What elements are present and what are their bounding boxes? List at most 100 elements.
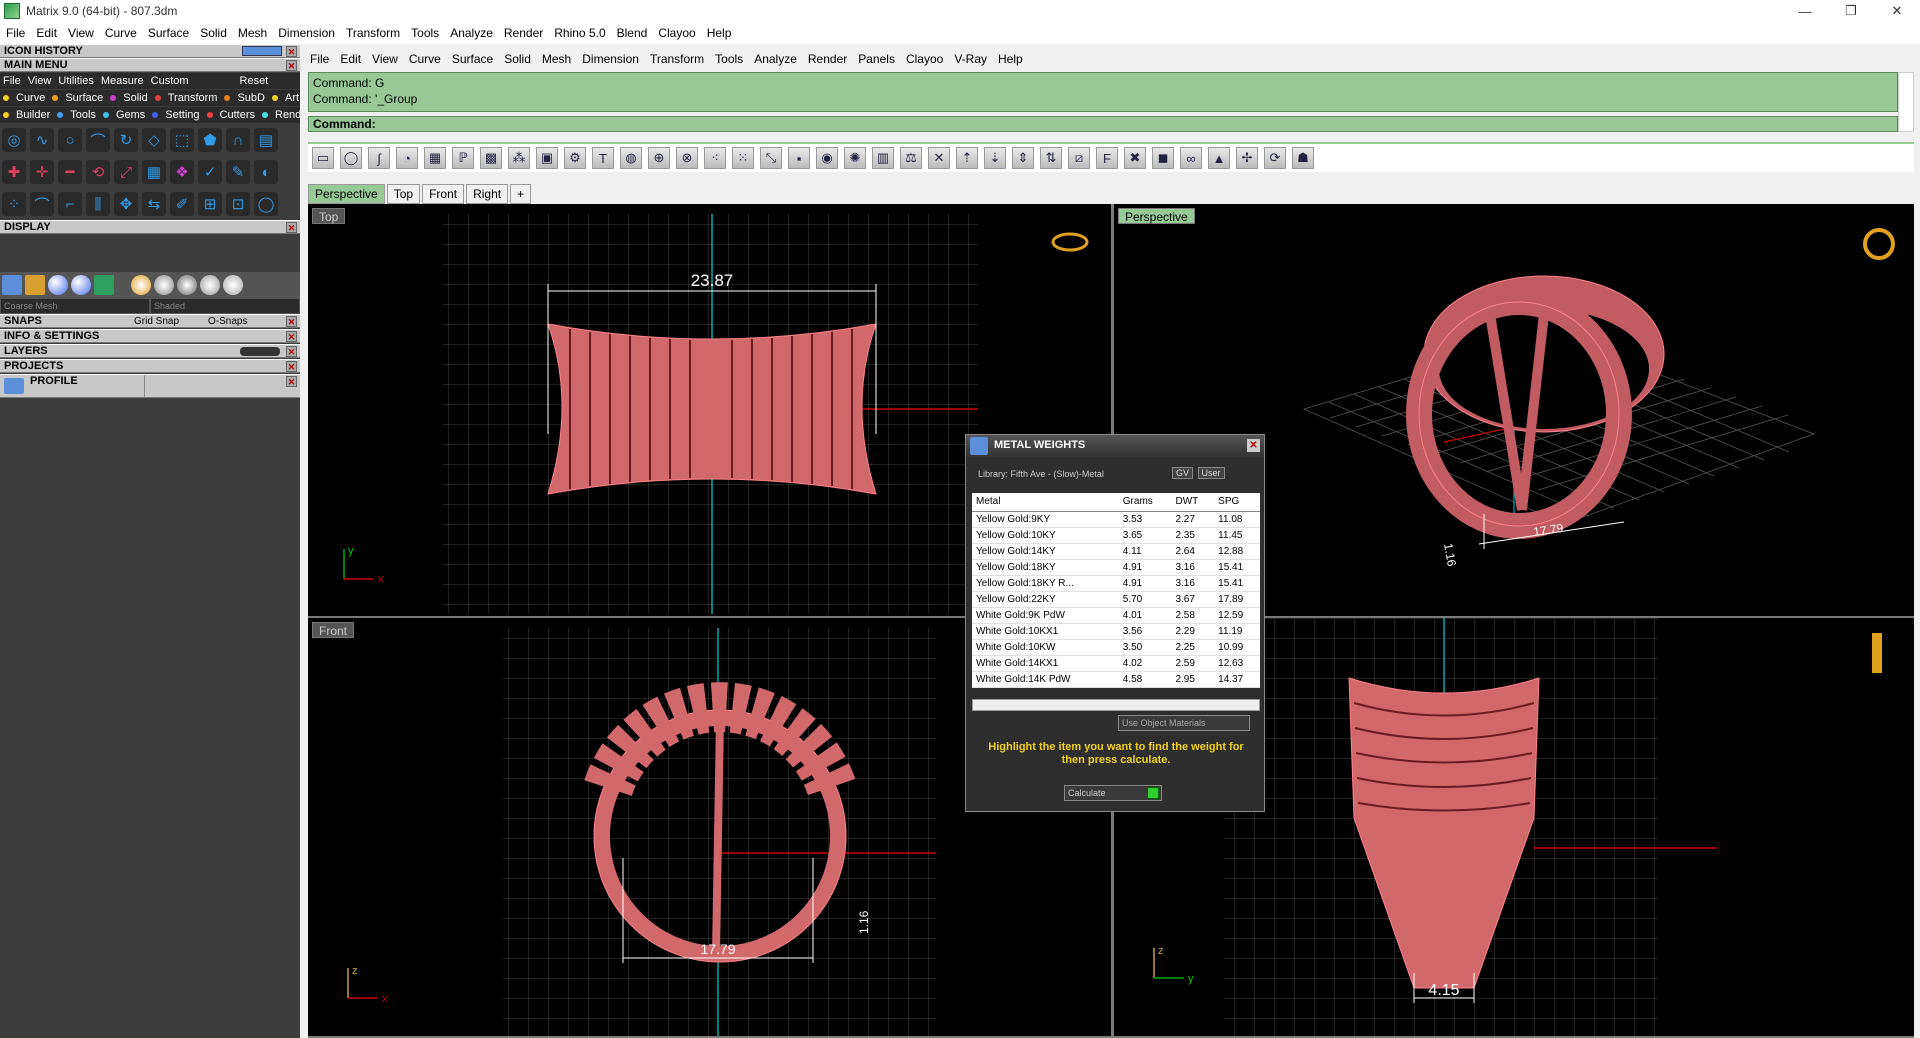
view-icon[interactable]	[94, 275, 114, 295]
knot-icon[interactable]: ∞	[1180, 147, 1202, 169]
save-icon[interactable]: ▪	[788, 147, 810, 169]
menu-tools[interactable]: Tools	[411, 26, 439, 40]
user-toggle[interactable]: User	[1197, 467, 1225, 479]
rmenu-edit[interactable]: Edit	[340, 52, 361, 66]
disabled-icon[interactable]: ✕	[928, 147, 950, 169]
wireframe-icon[interactable]	[2, 275, 22, 295]
eye-icon[interactable]	[240, 347, 280, 356]
viewport-label-perspective[interactable]: Perspective	[1118, 208, 1195, 224]
submenu-view[interactable]: View	[28, 75, 52, 87]
menu-render[interactable]: Render	[504, 26, 543, 40]
array-icon[interactable]: ⫼	[86, 192, 110, 216]
close-icon[interactable]: ✕	[1247, 439, 1260, 452]
close-icon[interactable]: ✕	[286, 60, 297, 71]
table-row[interactable]: Yellow Gold:14KY 4.11 2.64 12.88	[972, 543, 1260, 560]
main-menu-header[interactable]: MAIN MENU ✕	[0, 58, 300, 72]
menu-help[interactable]: Help	[707, 26, 732, 40]
nodes-icon[interactable]: ⁘	[2, 192, 26, 216]
rmenu-solid[interactable]: Solid	[504, 52, 531, 66]
close-icon[interactable]: ✕	[286, 222, 297, 233]
dialog-title-bar[interactable]: METAL WEIGHTS ✕	[966, 435, 1264, 457]
add-icon[interactable]: ✚	[2, 160, 26, 184]
cog-icon[interactable]: ⚙	[564, 147, 586, 169]
earth-icon[interactable]: ◉	[816, 147, 838, 169]
table-row[interactable]: White Gold:10KX1 3.56 2.29 11.19	[972, 623, 1260, 640]
mesh-dropdown[interactable]: Coarse Mesh	[0, 298, 150, 314]
submenu-utilities[interactable]: Utilities	[58, 75, 93, 87]
col-dwt[interactable]: DWT	[1171, 493, 1215, 512]
lock-icon[interactable]: ▲	[1208, 147, 1230, 169]
gallery-icon[interactable]: ▦	[424, 147, 446, 169]
table-horizontal-scrollbar[interactable]	[972, 699, 1260, 711]
category-transform[interactable]: Transform	[154, 92, 217, 104]
split-icon[interactable]: ◐	[254, 160, 278, 184]
menu-curve[interactable]: Curve	[105, 26, 137, 40]
grid-snap-toggle[interactable]: Grid Snap	[134, 315, 179, 328]
rmenu-curve[interactable]: Curve	[409, 52, 441, 66]
table-row[interactable]: Yellow Gold:10KY 3.65 2.35 11.45	[972, 527, 1260, 544]
brush-icon[interactable]: ✐	[170, 192, 194, 216]
menu-transform[interactable]: Transform	[346, 26, 400, 40]
category-render[interactable]: Render	[262, 109, 300, 121]
pendant-preview-icon[interactable]	[1872, 633, 1882, 673]
table-row[interactable]: White Gold:14K PdW 4.58 2.95 14.37	[972, 671, 1260, 688]
reset-button[interactable]: Reset	[240, 75, 269, 87]
f4-icon[interactable]: F	[1096, 147, 1118, 169]
category-solid[interactable]: Solid	[110, 92, 148, 104]
text-icon[interactable]: T	[592, 147, 614, 169]
submenu-file[interactable]: File	[3, 75, 21, 87]
select-tool-icon[interactable]: ⬚	[170, 128, 194, 152]
close-icon[interactable]: ✕	[286, 361, 297, 372]
table-row[interactable]: White Gold:14KX1 4.02 2.59 12.63	[972, 655, 1260, 672]
revolve-tool-icon[interactable]: ↻	[114, 128, 138, 152]
menu-analyze[interactable]: Analyze	[450, 26, 493, 40]
viewport-label-front[interactable]: Front	[312, 622, 355, 638]
rotate-icon[interactable]: ⟲	[86, 160, 110, 184]
matte-sphere-icon[interactable]	[223, 275, 243, 295]
bezel-icon[interactable]: ◔	[396, 147, 418, 169]
line-icon[interactable]: ━	[58, 160, 82, 184]
ring-preview-icon[interactable]	[1051, 232, 1089, 252]
rmenu-vray[interactable]: V-Ray	[954, 52, 987, 66]
history-arrows-icon[interactable]	[242, 46, 282, 56]
close-icon[interactable]: ✕	[286, 331, 297, 342]
category-cutters[interactable]: Cutters	[206, 109, 255, 121]
rmenu-dimension[interactable]: Dimension	[582, 52, 639, 66]
use-object-materials-dropdown[interactable]: Use Object Materials	[1118, 715, 1250, 731]
project-icon[interactable]: ⊞	[198, 192, 222, 216]
silver-sphere-icon[interactable]	[154, 275, 174, 295]
tab-right[interactable]: Right	[466, 184, 509, 204]
rmenu-help[interactable]: Help	[998, 52, 1023, 66]
circle-tool-icon[interactable]: ◎	[2, 128, 26, 152]
rmenu-tools[interactable]: Tools	[715, 52, 743, 66]
info-header[interactable]: INFO & SETTINGS ✕	[0, 329, 300, 343]
gv-toggle[interactable]: GV	[1172, 467, 1194, 479]
category-curve[interactable]: Curve	[3, 92, 45, 104]
rendered-sphere-icon[interactable]	[71, 275, 91, 295]
osnaps-toggle[interactable]: O-Snaps	[208, 315, 247, 328]
boolean-icon[interactable]: ⊡	[226, 192, 250, 216]
arrow-up-icon[interactable]: ⇡	[956, 147, 978, 169]
category-builder[interactable]: Builder	[3, 109, 50, 121]
tab-perspective[interactable]: Perspective	[308, 184, 385, 204]
category-gems[interactable]: Gems	[102, 109, 145, 121]
submenu-custom[interactable]: Custom	[151, 75, 189, 87]
close-icon[interactable]: ✕	[286, 316, 297, 327]
circle-icon[interactable]: ◯	[254, 192, 278, 216]
layers-header[interactable]: LAYERS ✕	[0, 344, 300, 358]
rotate-icon[interactable]: ⟳	[1264, 147, 1286, 169]
close-button[interactable]: ✕	[1874, 0, 1920, 22]
close-icon[interactable]: ✕	[286, 376, 297, 387]
bail-tool-icon[interactable]: ∩	[226, 128, 250, 152]
menu-clayoo[interactable]: Clayoo	[658, 26, 695, 40]
table-row[interactable]: Yellow Gold:18KY R... 4.91 3.16 15.41	[972, 575, 1260, 592]
submenu-measure[interactable]: Measure	[101, 75, 144, 87]
gems-icon[interactable]: ⁖	[704, 147, 726, 169]
shield-tool-icon[interactable]: ⬟	[198, 128, 222, 152]
rmenu-render[interactable]: Render	[808, 52, 847, 66]
menu-view[interactable]: View	[68, 26, 94, 40]
axis-icon[interactable]: ✢	[1236, 147, 1258, 169]
cube-icon[interactable]: ◼	[1152, 147, 1174, 169]
monitor-icon[interactable]: ▣	[536, 147, 558, 169]
close-icon[interactable]: ✕	[286, 346, 297, 357]
